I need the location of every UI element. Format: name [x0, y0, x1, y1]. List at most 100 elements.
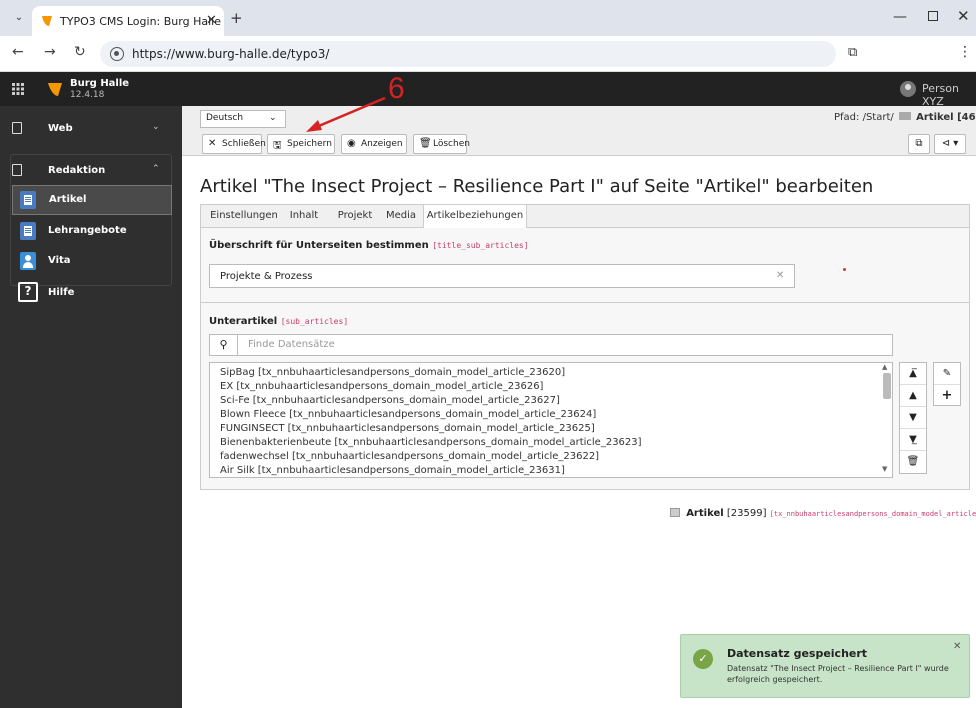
- list-item[interactable]: Blown Fleece [tx_nnbuhaarticlesandperson…: [220, 409, 596, 420]
- address-bar: ← → ↻ https://www.burg-halle.de/typo3/ ⧉…: [0, 36, 976, 72]
- sidebar-group-redaktion[interactable]: Redaktion ⌃: [0, 154, 182, 188]
- open-new-window-icon[interactable]: ⧉: [908, 134, 930, 154]
- list-edit-buttons: ✎ +: [933, 362, 961, 406]
- new-tab-icon[interactable]: +: [230, 9, 243, 27]
- sidebar-item-hilfe[interactable]: ? Hilfe: [12, 278, 172, 308]
- tab-title: TYPO3 CMS Login: Burg Halle: [60, 15, 221, 28]
- language-select[interactable]: Deutsch ⌄: [200, 110, 286, 128]
- chevron-down-icon: ⌄: [152, 122, 160, 132]
- title-field-label-text: Überschrift für Unterseiten bestimmen: [209, 240, 429, 251]
- pencil-icon[interactable]: ✎: [934, 363, 960, 385]
- minimize-icon[interactable]: —: [893, 9, 907, 25]
- success-notification: ✓ Datensatz gespeichert Datensatz "The I…: [680, 634, 970, 698]
- sidebar-item-vita[interactable]: Vita: [12, 246, 172, 276]
- record-id: [23599]: [726, 508, 767, 519]
- maximize-icon[interactable]: [928, 11, 938, 21]
- red-dot: [843, 268, 846, 271]
- save-button-label: Speichern: [287, 139, 332, 149]
- breadcrumb: Pfad: /Start/ Artikel [467]: [834, 112, 976, 123]
- sidebar-item-label: Hilfe: [48, 287, 75, 298]
- record-tabs: Einstellungen Inhalt Projekt Media Artik…: [200, 204, 970, 229]
- list-item[interactable]: EX [tx_nnbuhaarticlesandpersons_domain_m…: [220, 381, 543, 392]
- typo3-logo-icon: [42, 16, 52, 26]
- notification-message: Datensatz "The Insect Project – Resilien…: [727, 664, 949, 684]
- extensions-icon[interactable]: ⧉: [848, 45, 857, 60]
- add-icon[interactable]: +: [934, 385, 960, 407]
- trash-icon[interactable]: 🗑: [900, 451, 926, 473]
- search-placeholder: Finde Datensätze: [248, 339, 335, 350]
- search-icon: ⚲: [210, 335, 238, 355]
- sidebar-group-web[interactable]: Web ⌄: [0, 112, 182, 146]
- scroll-thumb[interactable]: [883, 373, 891, 399]
- tab-media[interactable]: Media: [381, 205, 421, 228]
- record-search[interactable]: ⚲ Finde Datensätze: [209, 334, 893, 356]
- sidebar-item-artikel[interactable]: Artikel: [12, 185, 172, 215]
- folder-icon: [12, 164, 22, 176]
- trash-icon: 🗑: [419, 138, 432, 149]
- site-name: Burg Halle: [70, 78, 130, 89]
- folder-icon: [12, 122, 22, 134]
- window-close-icon[interactable]: ✕: [957, 7, 970, 25]
- back-icon[interactable]: ←: [12, 44, 24, 60]
- scroll-up-icon[interactable]: ▲: [882, 363, 887, 371]
- share-icon[interactable]: ⊲ ▾: [934, 134, 966, 154]
- move-top-icon[interactable]: ▲̅: [900, 363, 926, 385]
- typo3-logo-icon[interactable]: [46, 80, 64, 98]
- list-item[interactable]: SipBag [tx_nnbuhaarticlesandpersons_doma…: [220, 367, 565, 378]
- typo3-topbar: Burg Halle 12.4.18 Person XYZ: [0, 72, 976, 108]
- move-bottom-icon[interactable]: ▼̲: [900, 429, 926, 451]
- browser-tab[interactable]: TYPO3 CMS Login: Burg Halle ✕: [32, 6, 224, 36]
- sidebar-item-lehrangebote[interactable]: Lehrangebote: [12, 216, 172, 246]
- list-item[interactable]: fadenwechsel [tx_nnbuhaarticlesandperson…: [220, 451, 599, 462]
- page-title: Artikel "The Insect Project – Resilience…: [200, 176, 874, 197]
- path-record: Artikel [467]: [916, 112, 976, 123]
- browser-menu-icon[interactable]: ⋮: [958, 44, 972, 60]
- close-button-label: Schließen: [222, 139, 266, 149]
- title-field-code: [title_sub_articles]: [432, 241, 529, 250]
- tab-einstellungen[interactable]: Einstellungen: [209, 205, 279, 228]
- move-down-icon[interactable]: ▼: [900, 407, 926, 429]
- list-item[interactable]: FUNGINSECT [tx_nnbuhaarticlesandpersons_…: [220, 423, 595, 434]
- module-menu-icon[interactable]: [12, 83, 24, 95]
- divider: [201, 302, 969, 303]
- list-item[interactable]: Sci-Fe [tx_nnbuhaarticlesandpersons_doma…: [220, 395, 560, 406]
- scroll-down-icon[interactable]: ▼: [882, 465, 887, 473]
- site-info-icon[interactable]: [110, 47, 124, 61]
- language-value: Deutsch: [206, 113, 244, 123]
- forward-icon[interactable]: →: [44, 44, 56, 60]
- sub-articles-label: Unterartikel [sub_articles]: [209, 316, 348, 327]
- delete-button[interactable]: 🗑 Löschen: [413, 134, 470, 154]
- list-item[interactable]: Bienenbakterienbeute [tx_nnbuhaarticlesa…: [220, 437, 642, 448]
- list-item[interactable]: Air Silk [tx_nnbuhaarticlesandpersons_do…: [220, 465, 565, 476]
- tab-list-dropdown[interactable]: ⌄: [10, 9, 28, 27]
- check-icon: ✓: [693, 649, 713, 669]
- close-icon[interactable]: ✕: [953, 641, 961, 652]
- sub-articles-label-text: Unterartikel: [209, 316, 278, 327]
- user-name[interactable]: Person XYZ: [922, 82, 976, 108]
- user-avatar-icon[interactable]: [900, 81, 916, 97]
- save-button[interactable]: 🖫 Speichern: [267, 134, 335, 154]
- view-button-label: Anzeigen: [361, 139, 403, 149]
- chevron-down-icon: ⌄: [269, 113, 277, 123]
- close-button[interactable]: ✕ Schließen: [202, 134, 266, 154]
- eye-icon: ◉: [347, 138, 356, 149]
- clear-icon[interactable]: ✕: [776, 270, 784, 281]
- title-input[interactable]: Projekte & Prozess ✕: [209, 264, 795, 288]
- view-button[interactable]: ◉ Anzeigen: [341, 134, 407, 154]
- selected-records-list[interactable]: SipBag [tx_nnbuhaarticlesandpersons_doma…: [209, 362, 893, 478]
- sidebar-item-label: Artikel: [49, 194, 87, 205]
- tab-projekt[interactable]: Projekt: [329, 205, 381, 228]
- tab-artikelbeziehungen[interactable]: Artikelbeziehungen: [423, 205, 527, 229]
- tab-inhalt[interactable]: Inhalt: [281, 205, 327, 228]
- browser-tab-bar: ⌄ TYPO3 CMS Login: Burg Halle ✕ + — ✕: [0, 0, 976, 36]
- chevron-up-icon: ⌃: [152, 164, 160, 174]
- reload-icon[interactable]: ↻: [74, 44, 86, 60]
- url-field[interactable]: https://www.burg-halle.de/typo3/: [100, 41, 836, 67]
- article-icon: [20, 222, 36, 240]
- sidebar-group-label: Web: [48, 123, 73, 134]
- tab-close-icon[interactable]: ✕: [206, 13, 217, 28]
- close-icon: ✕: [208, 138, 217, 149]
- list-scrollbar[interactable]: ▲ ▼: [882, 363, 892, 475]
- record-table: [tx_nnbuhaarticlesandpersons_domain_mode…: [769, 510, 976, 518]
- move-up-icon[interactable]: ▲: [900, 385, 926, 407]
